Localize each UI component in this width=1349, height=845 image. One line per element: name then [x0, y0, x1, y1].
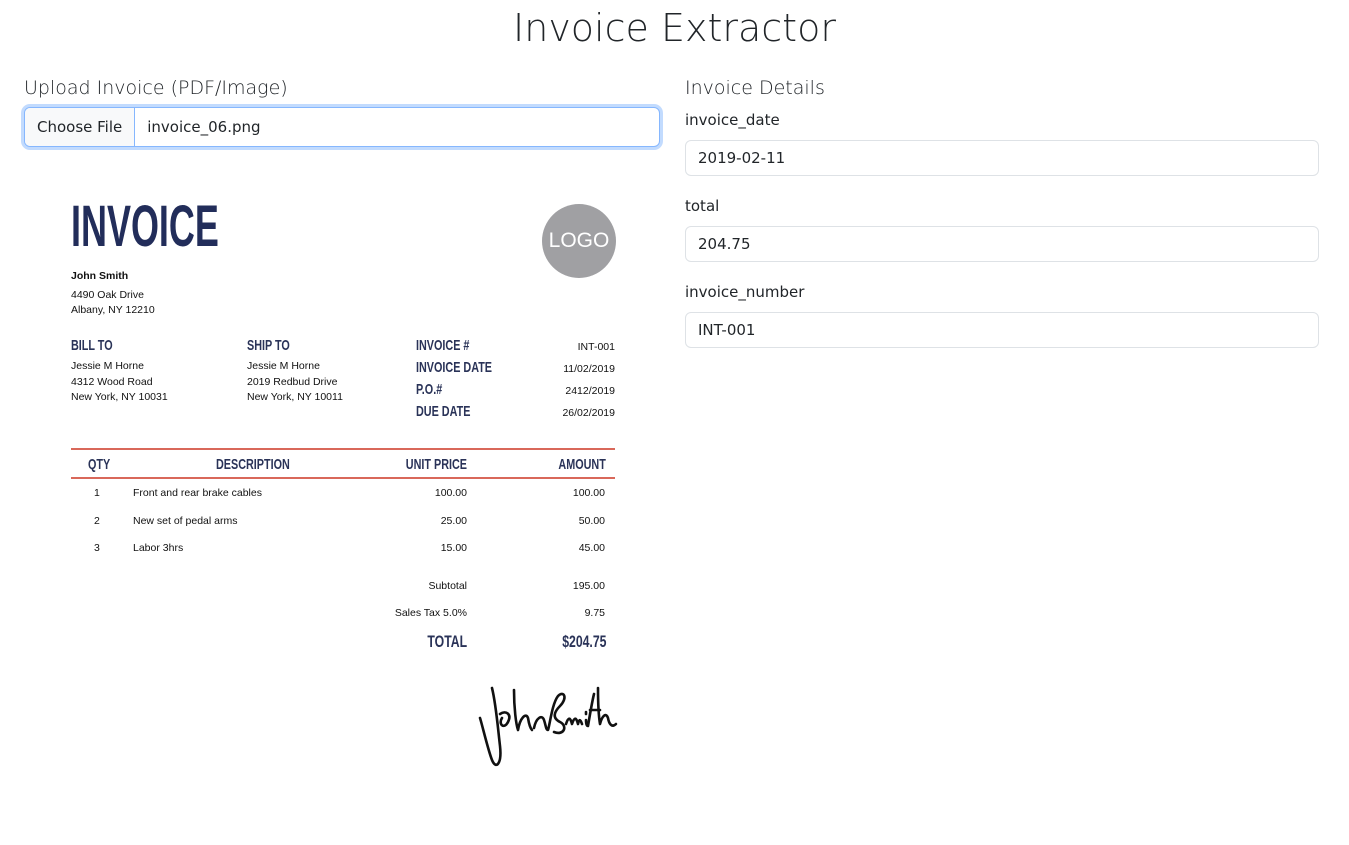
subtotal-value: 195.00 [572, 580, 605, 592]
meta-value: 11/02/2019 [563, 363, 615, 375]
table-rule [71, 477, 615, 479]
meta-label: INVOICE DATE [416, 359, 493, 376]
qty: 1 [94, 487, 100, 499]
col-description: DESCRIPTION [216, 456, 290, 473]
invoice-number-field[interactable]: INT-001 [685, 312, 1319, 348]
unit-price: 25.00 [440, 515, 467, 527]
bill-to-label: BILL TO [71, 337, 113, 354]
total-value: $204.75 [561, 632, 606, 651]
from-line: Albany, NY 12210 [71, 304, 155, 316]
upload-label: Upload Invoice (PDF/Image) [24, 77, 288, 99]
col-unit-price: UNIT PRICE [405, 456, 467, 473]
total-label: total [685, 197, 720, 215]
file-name: invoice_06.png [147, 118, 261, 136]
meta-label: DUE DATE [416, 403, 471, 420]
invoice-number-label: invoice_number [685, 283, 805, 301]
page-title: Invoice Extractor [513, 6, 836, 50]
details-title: Invoice Details [685, 77, 825, 99]
meta-value: 26/02/2019 [562, 407, 615, 419]
ship-to-line: Jessie M Horne [247, 360, 320, 372]
meta-label: P.O.# [416, 381, 443, 398]
total-field[interactable]: 204.75 [685, 226, 1319, 262]
from-line: 4490 Oak Drive [71, 289, 144, 301]
amount: 50.00 [578, 515, 605, 527]
description: Labor 3hrs [133, 542, 184, 554]
tax-label: Sales Tax 5.0% [394, 607, 467, 619]
description: New set of pedal arms [133, 515, 238, 527]
amount: 45.00 [578, 542, 605, 554]
qty: 3 [94, 542, 100, 554]
qty: 2 [94, 515, 100, 527]
invoice-date-field[interactable]: 2019-02-11 [685, 140, 1319, 176]
meta-value: INT-001 [577, 341, 615, 353]
from-name: John Smith [71, 270, 129, 282]
logo-placeholder: LOGO [542, 204, 616, 278]
amount: 100.00 [572, 487, 605, 499]
file-input[interactable]: Choose File invoice_06.png [24, 107, 660, 147]
meta-label: INVOICE # [416, 337, 470, 354]
bill-to-line: New York, NY 10031 [71, 391, 168, 403]
col-amount: AMOUNT [558, 456, 606, 473]
signature-image [478, 686, 618, 767]
tax-value: 9.75 [584, 607, 605, 619]
subtotal-label: Subtotal [428, 580, 467, 592]
invoice-date-label: invoice_date [685, 111, 780, 129]
description: Front and rear brake cables [133, 487, 262, 499]
ship-to-label: SHIP TO [247, 337, 290, 354]
col-qty: QTY [88, 456, 111, 473]
unit-price: 100.00 [434, 487, 467, 499]
ship-to-line: New York, NY 10011 [247, 391, 343, 403]
choose-file-button[interactable]: Choose File [25, 108, 136, 146]
bill-to-line: 4312 Wood Road [71, 376, 153, 388]
table-rule [71, 448, 615, 450]
ship-to-line: 2019 Redbud Drive [247, 376, 338, 388]
total-label: TOTAL [427, 632, 467, 651]
bill-to-line: Jessie M Horne [71, 360, 144, 372]
unit-price: 15.00 [440, 542, 467, 554]
meta-value: 2412/2019 [565, 385, 615, 397]
invoice-heading: INVOICE [71, 194, 219, 259]
